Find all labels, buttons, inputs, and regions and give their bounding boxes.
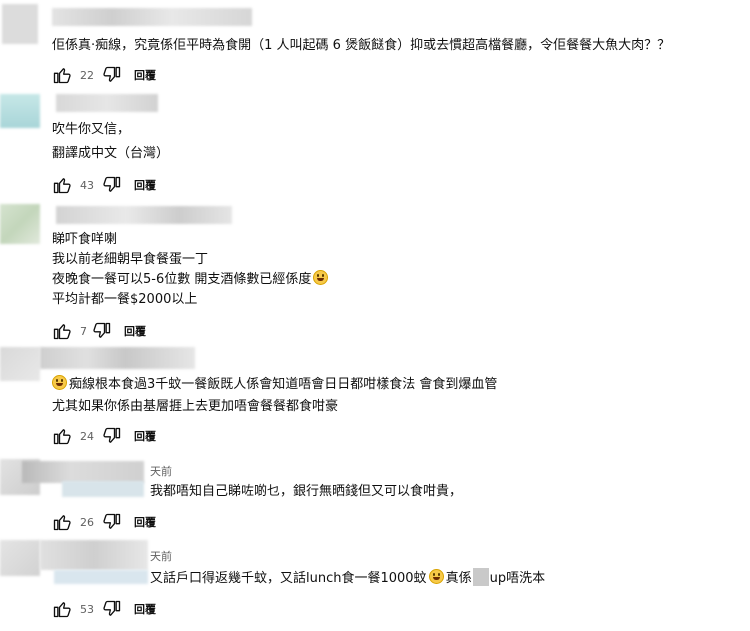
author-name-redacted[interactable]: [40, 347, 195, 369]
comment-text-part-1: 又話戶口得返幾千蚊，又話lunch食一餐1000蚊: [150, 571, 427, 586]
comment-text: 佢係真·痴線，究竟係佢平時為食開（1 人叫起碼 6 煲飯餸食）抑或去慣超高檔餐廳…: [52, 38, 671, 53]
author-name-redacted[interactable]: [56, 206, 232, 224]
reply-button[interactable]: 回覆: [134, 601, 156, 617]
comment-actions: 53 回覆: [52, 598, 156, 620]
avatar[interactable]: [0, 347, 40, 381]
comment-text-line-2: 尤其如果你係由基層捱上去更加唔會餐餐都食咁豪: [52, 399, 339, 414]
like-count: 24: [80, 429, 94, 443]
like-count: 43: [80, 178, 94, 192]
comment-text-line-1-text: 痴線根本食過3千蚊一餐飯既人係會知道唔會日日都咁樣食法 會食到爆血管: [69, 377, 498, 392]
comment-text: 又話戶口得返幾千蚊，又話lunch食一餐1000蚊 真係 up唔洗本: [150, 568, 545, 589]
comment-1: 佢係真·痴線，究竟係佢平時為食開（1 人叫起碼 6 煲飯餸食）抑或去慣超高檔餐廳…: [0, 0, 750, 90]
thumbs-down-icon[interactable]: [102, 175, 122, 195]
comment-text-line-1: 痴線根本食過3千蚊一餐飯既人係會知道唔會日日都咁樣食法 會食到爆血管: [52, 375, 497, 395]
author-name-redacted[interactable]: [40, 540, 148, 570]
grinning-face-emoji-icon: [52, 375, 67, 390]
avatar[interactable]: [2, 4, 38, 44]
comment-text-line-1: 睇吓食咩喇: [52, 232, 118, 247]
like-count: 22: [80, 68, 94, 82]
comment-text-line-2: 我以前老細朝早食餐蛋一丁: [52, 252, 209, 267]
comment-5: 天前 我都唔知自己睇咗啲乜，銀行無晒錢但又可以食咁貴， 26 回覆: [0, 455, 750, 540]
comment-text-line-3-text: 夜晚食一餐可以5-6位數 開支酒條數已經係度: [52, 272, 312, 287]
reply-button[interactable]: 回覆: [134, 428, 156, 444]
like-count: 26: [80, 515, 94, 529]
comment-actions: 24 回覆: [52, 425, 156, 447]
thumbs-down-icon[interactable]: [102, 599, 122, 619]
reply-button[interactable]: 回覆: [134, 67, 156, 83]
comment-actions: 22 回覆: [52, 64, 156, 86]
thumbs-up-icon[interactable]: [52, 512, 72, 532]
thumbs-up-icon[interactable]: [52, 426, 72, 446]
comment-3: 睇吓食咩喇 我以前老細朝早食餐蛋一丁 夜晚食一餐可以5-6位數 開支酒條數已經係…: [0, 200, 750, 345]
reply-button[interactable]: 回覆: [124, 323, 146, 339]
comment-text: 我都唔知自己睇咗啲乜，銀行無晒錢但又可以食咁貴，: [150, 484, 463, 499]
translate-link[interactable]: 翻譯成中文（台灣）: [52, 144, 169, 164]
grinning-face-emoji-icon: [428, 569, 444, 584]
avatar[interactable]: [0, 94, 40, 128]
like-count: 53: [80, 602, 94, 616]
author-name-redacted-2[interactable]: [54, 570, 148, 584]
comment-actions: 26 回覆: [52, 511, 156, 533]
comment-6: 天前 又話戶口得返幾千蚊，又話lunch食一餐1000蚊 真係 up唔洗本 53 回…: [0, 540, 750, 631]
like-count: 7: [80, 324, 87, 338]
thumbs-up-icon[interactable]: [52, 321, 72, 341]
avatar[interactable]: [0, 204, 40, 244]
author-name-redacted[interactable]: [52, 8, 252, 26]
thumbs-up-icon[interactable]: [52, 599, 72, 619]
comment-timestamp: 天前: [150, 465, 172, 478]
comment-actions: 7 回覆: [52, 320, 146, 342]
comment-text-part-3: up唔洗本: [489, 571, 546, 586]
author-name-redacted-2[interactable]: [62, 481, 144, 497]
reply-button[interactable]: 回覆: [134, 514, 156, 530]
thumbs-up-icon[interactable]: [52, 175, 72, 195]
thumbs-down-icon[interactable]: [102, 65, 122, 85]
thumbs-down-icon[interactable]: [102, 512, 122, 532]
comment-4: 痴線根本食過3千蚊一餐飯既人係會知道唔會日日都咁樣食法 會食到爆血管 尤其如果你…: [0, 345, 750, 455]
comment-text-line-3: 夜晚食一餐可以5-6位數 開支酒條數已經係度: [52, 270, 330, 290]
comment-text-line-4: 平均計都一餐$2000以上: [52, 292, 198, 307]
comment-timestamp: 天前: [150, 550, 172, 563]
thumbs-down-icon[interactable]: [92, 321, 112, 341]
avatar[interactable]: [0, 540, 40, 576]
thumbs-up-icon[interactable]: [52, 65, 72, 85]
comment-text-part-2: 真係: [445, 571, 472, 586]
comment-text: 吹牛你又信，: [52, 122, 131, 137]
reply-button[interactable]: 回覆: [134, 177, 156, 193]
redacted-word: [472, 568, 489, 586]
thumbs-down-icon[interactable]: [102, 426, 122, 446]
grinning-face-emoji-icon: [313, 270, 329, 285]
comment-2: 吹牛你又信， 翻譯成中文（台灣） 43 回覆: [0, 90, 750, 200]
author-name-redacted[interactable]: [22, 461, 144, 483]
comment-actions: 43 回覆: [52, 174, 156, 196]
author-name-redacted[interactable]: [56, 94, 158, 112]
